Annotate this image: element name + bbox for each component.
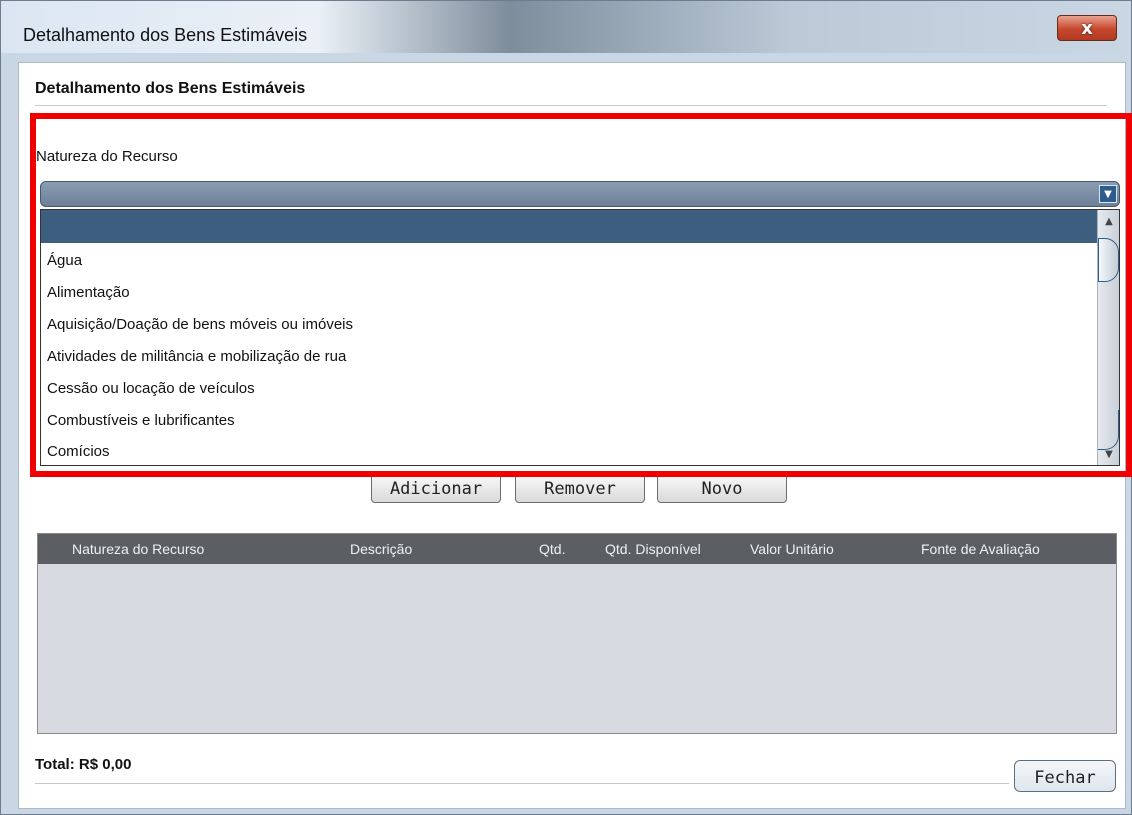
dropdown-option[interactable]: Cessão ou locação de veículos: [47, 374, 255, 404]
close-window-button[interactable]: x: [1057, 15, 1117, 41]
dropdown-option[interactable]: Atividades de militância e mobilização d…: [47, 342, 346, 372]
dropdown-option[interactable]: Água: [47, 246, 82, 276]
table-header: Natureza do Recurso Descrição Qtd. Qtd. …: [38, 534, 1116, 564]
column-header-qty[interactable]: Qtd.: [539, 534, 565, 564]
column-header-unit-value[interactable]: Valor Unitário: [750, 534, 834, 564]
dropdown-option[interactable]: Alimentação: [47, 278, 130, 308]
add-button[interactable]: Adicionar: [371, 473, 501, 503]
column-header-qty-available[interactable]: Qtd. Disponível: [605, 534, 701, 564]
nature-field-label: Natureza do Recurso: [36, 148, 178, 165]
remove-button[interactable]: Remover: [515, 473, 645, 503]
new-button[interactable]: Novo: [657, 473, 787, 503]
dropdown-option[interactable]: Aquisição/Doação de bens móveis ou imóve…: [47, 310, 353, 340]
resources-table: Natureza do Recurso Descrição Qtd. Qtd. …: [37, 533, 1117, 734]
dropdown-option[interactable]: Combustíveis e lubrificantes: [47, 406, 235, 436]
panel-divider: [35, 105, 1107, 106]
close-button-label: Fechar: [1034, 768, 1096, 788]
nature-dropdown-list: Água Alimentação Aquisição/Doação de ben…: [40, 209, 1120, 466]
scrollbar-thumb[interactable]: [1098, 238, 1119, 282]
window-title: Detalhamento dos Bens Estimáveis: [23, 25, 308, 45]
remove-button-label: Remover: [544, 479, 616, 499]
add-button-label: Adicionar: [389, 479, 483, 499]
dropdown-option-selected[interactable]: [41, 210, 1097, 243]
scroll-down-arrow-icon[interactable]: ▼: [1101, 447, 1117, 463]
scrollbar-track: [1098, 410, 1119, 450]
chevron-down-icon[interactable]: ▼: [1099, 185, 1117, 203]
nature-combobox[interactable]: ▼: [40, 181, 1120, 207]
dropdown-scrollbar[interactable]: ▲ ▼: [1097, 210, 1119, 465]
scroll-up-arrow-icon[interactable]: ▲: [1101, 214, 1117, 230]
close-button[interactable]: Fechar: [1014, 760, 1116, 792]
dropdown-option[interactable]: Comícios: [47, 437, 110, 465]
dialog-content: Detalhamento dos Bens Estimáveis Naturez…: [18, 62, 1126, 809]
column-header-nature[interactable]: Natureza do Recurso: [72, 534, 204, 564]
footer-divider: [35, 783, 1009, 784]
column-header-description[interactable]: Descrição: [350, 534, 412, 564]
title-bar[interactable]: Detalhamento dos Bens Estimáveis x: [1, 1, 1131, 53]
column-header-source[interactable]: Fonte de Avaliação: [921, 534, 1040, 564]
dialog-window: Detalhamento dos Bens Estimáveis x Detal…: [0, 0, 1132, 815]
panel-title: Detalhamento dos Bens Estimáveis: [35, 80, 306, 97]
total-value: Total: R$ 0,00: [35, 756, 132, 773]
new-button-label: Novo: [701, 479, 743, 499]
close-icon: x: [1081, 17, 1093, 39]
